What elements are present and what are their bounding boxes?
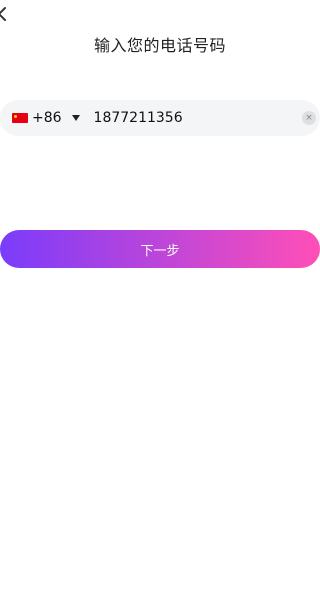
- phone-number-input[interactable]: [93, 110, 264, 126]
- caret-down-icon[interactable]: [71, 115, 80, 121]
- country-code[interactable]: +86: [32, 110, 62, 126]
- phone-input-row: +86 ×: [0, 100, 320, 136]
- page-title: 输入您的电话号码: [93, 36, 226, 55]
- china-flag-icon[interactable]: [12, 113, 28, 123]
- clear-x-icon[interactable]: ×: [302, 111, 316, 125]
- phone-entry-screen: 输入您的电话号码 +86 × 下一步: [0, 0, 320, 592]
- chevron-left-icon: [0, 7, 6, 21]
- next-button[interactable]: 下一步: [0, 230, 320, 268]
- back-button[interactable]: [0, 6, 8, 22]
